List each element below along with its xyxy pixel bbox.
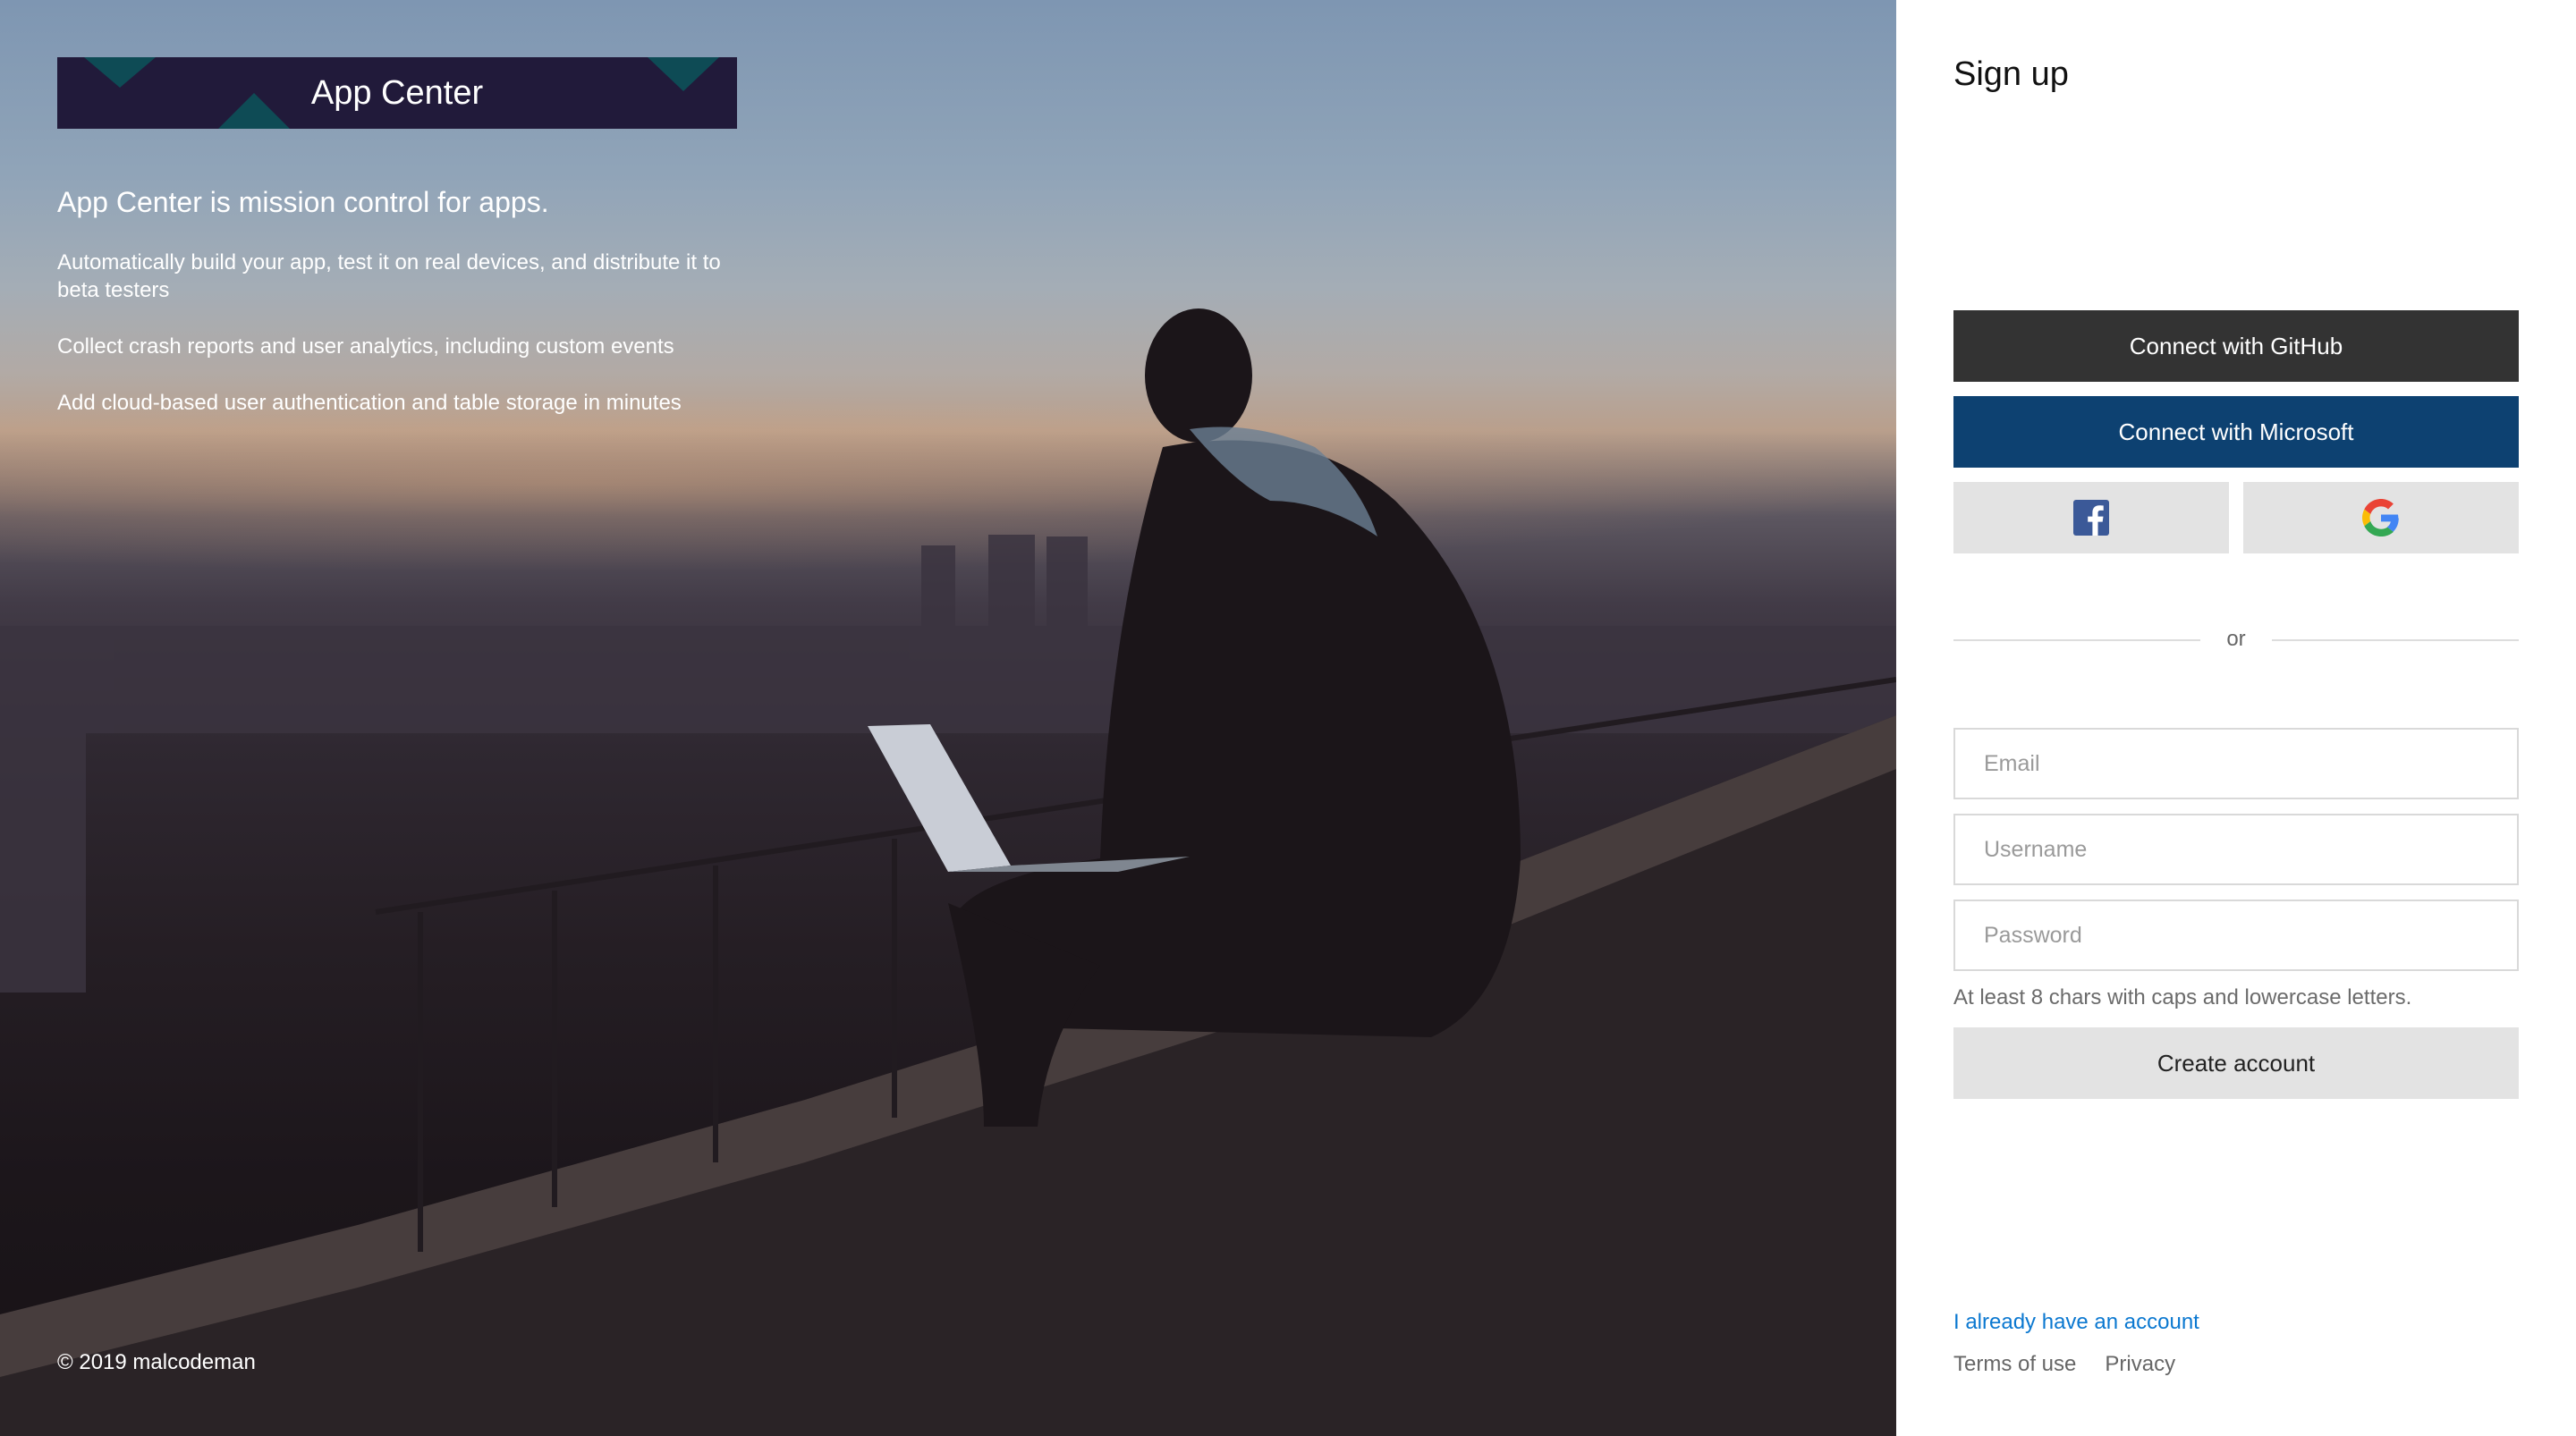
password-hint: At least 8 chars with caps and lowercase… [1953, 985, 2412, 1009]
connect-github-button[interactable]: Connect with GitHub [1953, 310, 2519, 382]
google-login-button[interactable] [2243, 482, 2519, 553]
signup-page: App Center App Center is mission control… [0, 0, 2576, 1436]
hero-bullets: Automatically build your app, test it on… [57, 249, 755, 417]
signup-panel: Sign up Connect with GitHub Connect with… [1896, 0, 2576, 1436]
username-field[interactable] [1953, 814, 2519, 885]
connect-microsoft-button[interactable]: Connect with Microsoft [1953, 396, 2519, 468]
facebook-icon [2073, 500, 2109, 536]
hero-bullet: Collect crash reports and user analytics… [57, 334, 674, 359]
footer-links: Terms of use Privacy [1953, 1352, 2175, 1377]
divider-line [2272, 639, 2519, 641]
brand-bar: App Center [57, 57, 737, 129]
google-icon [2362, 499, 2399, 536]
facebook-login-button[interactable] [1953, 482, 2229, 553]
hero-text: App Center is mission control for apps. … [57, 182, 755, 445]
hero-panel: App Center App Center is mission control… [0, 0, 1896, 1436]
copyright: © 2019 malcodeman [57, 1350, 256, 1374]
page-title: Sign up [1953, 55, 2069, 93]
already-have-account-link[interactable]: I already have an account [1953, 1310, 2199, 1335]
privacy-link[interactable]: Privacy [2105, 1352, 2175, 1377]
or-divider: or [1953, 626, 2519, 653]
hero-bullet: Add cloud-based user authentication and … [57, 391, 682, 415]
hero-headline: App Center is mission control for apps. [57, 186, 549, 218]
email-field[interactable] [1953, 728, 2519, 799]
create-account-button[interactable]: Create account [1953, 1027, 2519, 1099]
password-field[interactable] [1953, 900, 2519, 971]
hero-bullet: Automatically build your app, test it on… [57, 250, 721, 302]
terms-link[interactable]: Terms of use [1953, 1352, 2076, 1377]
brand-title: App Center [310, 74, 484, 112]
social-login-row [1953, 482, 2519, 553]
